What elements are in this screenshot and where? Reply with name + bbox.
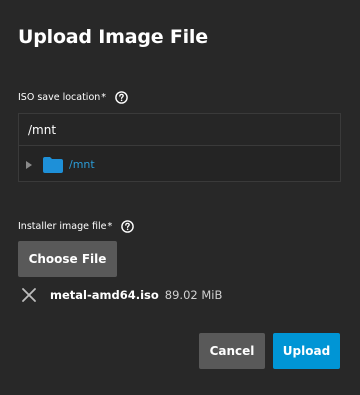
required-marker: *: [107, 221, 113, 232]
folder-icon: [43, 156, 63, 173]
expand-arrow-icon[interactable]: [24, 160, 34, 170]
iso-location-label: ISO save location *: [18, 91, 128, 104]
path-input[interactable]: [19, 114, 340, 146]
upload-button[interactable]: Upload: [273, 333, 340, 369]
required-marker: *: [101, 92, 107, 103]
tree-node-label: /mnt: [69, 158, 95, 171]
dialog-title: Upload Image File: [18, 26, 208, 48]
selected-file-row: metal-amd64.iso 89.02 MiB: [18, 284, 222, 306]
help-icon[interactable]: [115, 91, 128, 104]
choose-file-button[interactable]: Choose File: [18, 241, 117, 277]
upload-image-dialog: Upload Image File ISO save location * /m…: [0, 0, 360, 395]
file-size: 89.02 MiB: [164, 288, 223, 302]
close-icon[interactable]: [18, 284, 40, 306]
file-explorer: /mnt: [18, 113, 341, 182]
help-icon[interactable]: [121, 220, 135, 233]
installer-file-label-text: Installer image file: [18, 221, 107, 232]
iso-location-label-text: ISO save location: [18, 92, 101, 103]
file-name: metal-amd64.iso: [50, 288, 159, 302]
cancel-button[interactable]: Cancel: [199, 333, 265, 369]
installer-file-label: Installer image file *: [18, 220, 135, 233]
tree-node-mnt[interactable]: /mnt: [19, 147, 340, 182]
